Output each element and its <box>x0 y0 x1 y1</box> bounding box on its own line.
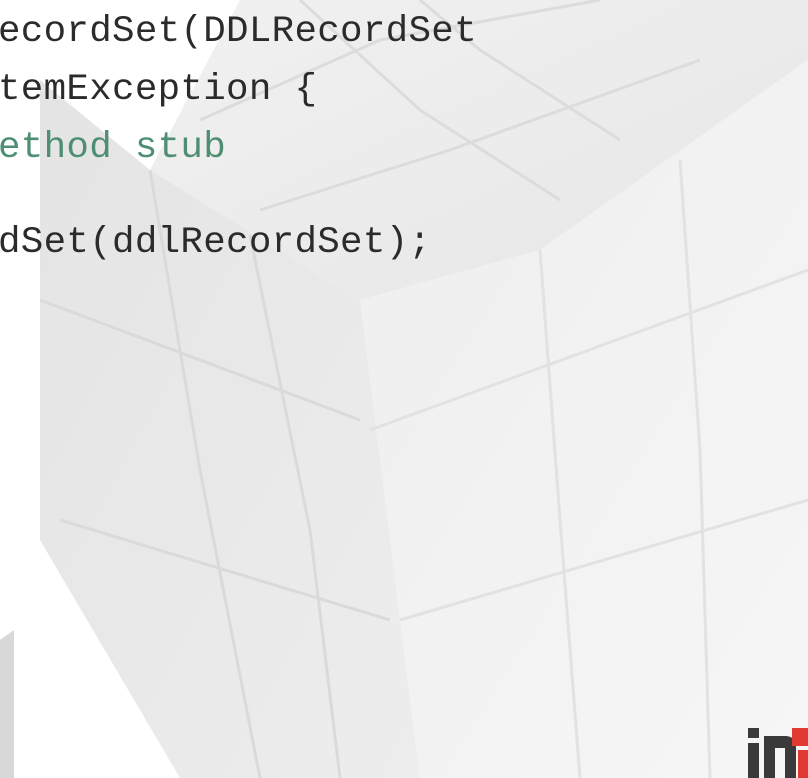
code-comment-line: ethod stub <box>0 127 227 169</box>
ina-logo-icon <box>748 728 808 778</box>
code-line: temException { <box>0 69 318 111</box>
code-line: ecordSet(DDLRecordSet <box>0 11 477 53</box>
code-line: dSet(ddlRecordSet); <box>0 222 432 264</box>
slide-canvas: ecordSet(DDLRecordSet temException { eth… <box>0 0 808 778</box>
code-block: ecordSet(DDLRecordSet temException { eth… <box>0 0 808 500</box>
